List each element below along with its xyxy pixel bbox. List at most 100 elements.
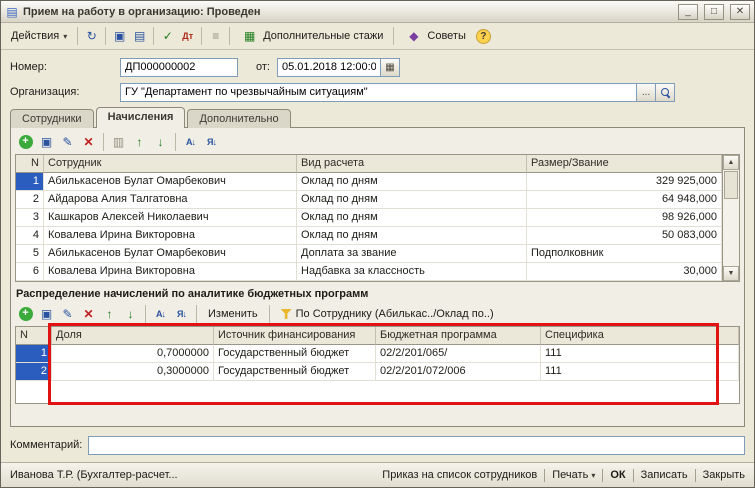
column-header-size[interactable]: Размер/Звание [527, 155, 722, 173]
table-row[interactable]: 2 Айдарова Алия Талгатовна Оклад по дням… [16, 191, 722, 209]
cell-calc-type[interactable]: Оклад по дням [297, 209, 527, 227]
table-row[interactable]: 1 0,7000000 Государственный бюджет 02/2/… [16, 345, 739, 363]
cell-n[interactable]: 5 [16, 245, 44, 263]
add-row-button[interactable]: + [16, 305, 35, 324]
move-up-button[interactable]: ↑ [100, 305, 119, 324]
minimize-button[interactable]: _ [678, 3, 698, 20]
tips-button[interactable]: ◆ Советы [398, 26, 471, 47]
scroll-up-icon[interactable]: ▲ [723, 155, 739, 170]
cell-calc-type[interactable]: Оклад по дням [297, 227, 527, 245]
ok-button[interactable]: ОК [610, 469, 625, 481]
cell-calc-type[interactable]: Оклад по дням [297, 191, 527, 209]
cell-employee[interactable]: Айдарова Алия Талгатовна [44, 191, 297, 209]
cell-n[interactable]: 3 [16, 209, 44, 227]
table-row[interactable]: 1 Абилькасенов Булат Омарбекович Оклад п… [16, 173, 722, 191]
add-row-button[interactable]: + [16, 133, 35, 152]
maximize-button[interactable]: □ [704, 3, 724, 20]
cell-employee[interactable]: Абилькасенов Булат Омарбекович [44, 245, 297, 263]
sort-desc-button[interactable]: Я↓ [202, 133, 221, 152]
column-header-share[interactable]: Доля [52, 327, 214, 345]
cell-share[interactable]: 0,7000000 [52, 345, 214, 363]
employee-list-order-button[interactable]: Приказ на список сотрудников [382, 469, 537, 481]
save-button[interactable]: ▤ [130, 27, 149, 46]
cell-size[interactable]: 30,000 [527, 263, 722, 281]
date-input[interactable] [276, 57, 381, 77]
refresh-button[interactable]: ↻ [82, 27, 101, 46]
table-row[interactable]: 4 Ковалева Ирина Викторовна Оклад по дня… [16, 227, 722, 245]
number-input[interactable] [120, 57, 238, 77]
cell-specifics[interactable]: 111 [541, 345, 739, 363]
column-header-budget-program[interactable]: Бюджетная программа [376, 327, 541, 345]
filter-by-employee-button[interactable]: По Сотруднику (Абилькас../Оклад по..) [275, 304, 500, 324]
cell-size[interactable]: 329 925,000 [527, 173, 722, 191]
change-button[interactable]: Изменить [202, 304, 264, 324]
calendar-icon[interactable]: ▦ [380, 57, 400, 77]
close-button[interactable]: ✕ [730, 3, 750, 20]
cell-employee[interactable]: Абилькасенов Булат Омарбекович [44, 173, 297, 191]
column-header-n[interactable]: N [16, 155, 44, 173]
delete-row-button[interactable]: ✕ [79, 133, 98, 152]
vertical-scrollbar[interactable]: ▲ ▼ [723, 154, 740, 282]
help-icon[interactable]: ? [475, 28, 491, 44]
scrollbar-track[interactable] [723, 200, 739, 266]
organization-lookup-button[interactable] [656, 82, 675, 102]
end-edit-button[interactable]: ▥ [109, 133, 128, 152]
cell-budget-program[interactable]: 02/2/201/072/006 [376, 363, 541, 381]
cell-funding-source[interactable]: Государственный бюджет [214, 363, 376, 381]
tab-additional[interactable]: Дополнительно [187, 109, 291, 128]
cell-share[interactable]: 0,3000000 [52, 363, 214, 381]
column-header-calc-type[interactable]: Вид расчета [297, 155, 527, 173]
post-document-button[interactable]: ✓ [158, 27, 177, 46]
additional-seniority-button[interactable]: ▦ Дополнительные стажи [234, 26, 389, 47]
organization-more-button[interactable]: ... [637, 82, 656, 102]
sort-desc-button[interactable]: Я↓ [172, 305, 191, 324]
cell-employee[interactable]: Ковалева Ирина Викторовна [44, 227, 297, 245]
column-header-employee[interactable]: Сотрудник [44, 155, 297, 173]
cell-calc-type[interactable]: Доплата за звание [297, 245, 527, 263]
cell-calc-type[interactable]: Надбавка за классность [297, 263, 527, 281]
cell-n[interactable]: 6 [16, 263, 44, 281]
organization-input[interactable] [120, 82, 637, 102]
delete-row-button[interactable]: ✕ [79, 305, 98, 324]
cell-n[interactable]: 2 [16, 363, 52, 381]
cell-n[interactable]: 1 [16, 345, 52, 363]
cell-size[interactable]: 98 926,000 [527, 209, 722, 227]
tab-accruals[interactable]: Начисления [95, 107, 186, 128]
cell-funding-source[interactable]: Государственный бюджет [214, 345, 376, 363]
table-row[interactable]: 3 Кашкаров Алексей Николаевич Оклад по д… [16, 209, 722, 227]
cell-specifics[interactable]: 111 [541, 363, 739, 381]
cell-employee[interactable]: Ковалева Ирина Викторовна [44, 263, 297, 281]
column-header-n[interactable]: N [16, 327, 52, 345]
cell-size[interactable]: 64 948,000 [527, 191, 722, 209]
edit-row-button[interactable]: ✎ [58, 305, 77, 324]
cell-employee[interactable]: Кашкаров Алексей Николаевич [44, 209, 297, 227]
cell-n[interactable]: 1 [16, 173, 44, 191]
table-row[interactable]: 6 Ковалева Ирина Викторовна Надбавка за … [16, 263, 722, 281]
scrollbar-thumb[interactable] [724, 171, 738, 199]
cell-size[interactable]: 50 083,000 [527, 227, 722, 245]
copy-row-button[interactable]: ▣ [37, 305, 56, 324]
move-down-button[interactable]: ↓ [121, 305, 140, 324]
copy-row-button[interactable]: ▣ [37, 133, 56, 152]
table-row[interactable]: 2 0,3000000 Государственный бюджет 02/2/… [16, 363, 739, 381]
comment-input[interactable] [88, 435, 745, 455]
column-header-specifics[interactable]: Специфика [541, 327, 739, 345]
cell-n[interactable]: 4 [16, 227, 44, 245]
cell-size[interactable]: Подполковник [527, 245, 722, 263]
cell-calc-type[interactable]: Оклад по дням [297, 173, 527, 191]
cell-n[interactable]: 2 [16, 191, 44, 209]
print-button[interactable]: Печать ▾ [552, 469, 595, 481]
sort-asc-button[interactable]: А↓ [151, 305, 170, 324]
save-button[interactable]: Записать [641, 469, 688, 481]
scroll-down-icon[interactable]: ▼ [723, 266, 739, 281]
dtkt-movements-button[interactable]: Дт [178, 27, 197, 46]
move-down-button[interactable]: ↓ [151, 133, 170, 152]
close-button[interactable]: Закрыть [703, 469, 745, 481]
tab-employees[interactable]: Сотрудники [10, 109, 94, 128]
current-user-link[interactable]: Иванова Т.Р. (Бухгалтер-расчет... [10, 469, 178, 481]
actions-button[interactable]: Действия ▾ [5, 26, 73, 47]
copy-button[interactable]: ▣ [110, 27, 129, 46]
column-header-funding-source[interactable]: Источник финансирования [214, 327, 376, 345]
sort-asc-button[interactable]: А↓ [181, 133, 200, 152]
move-up-button[interactable]: ↑ [130, 133, 149, 152]
